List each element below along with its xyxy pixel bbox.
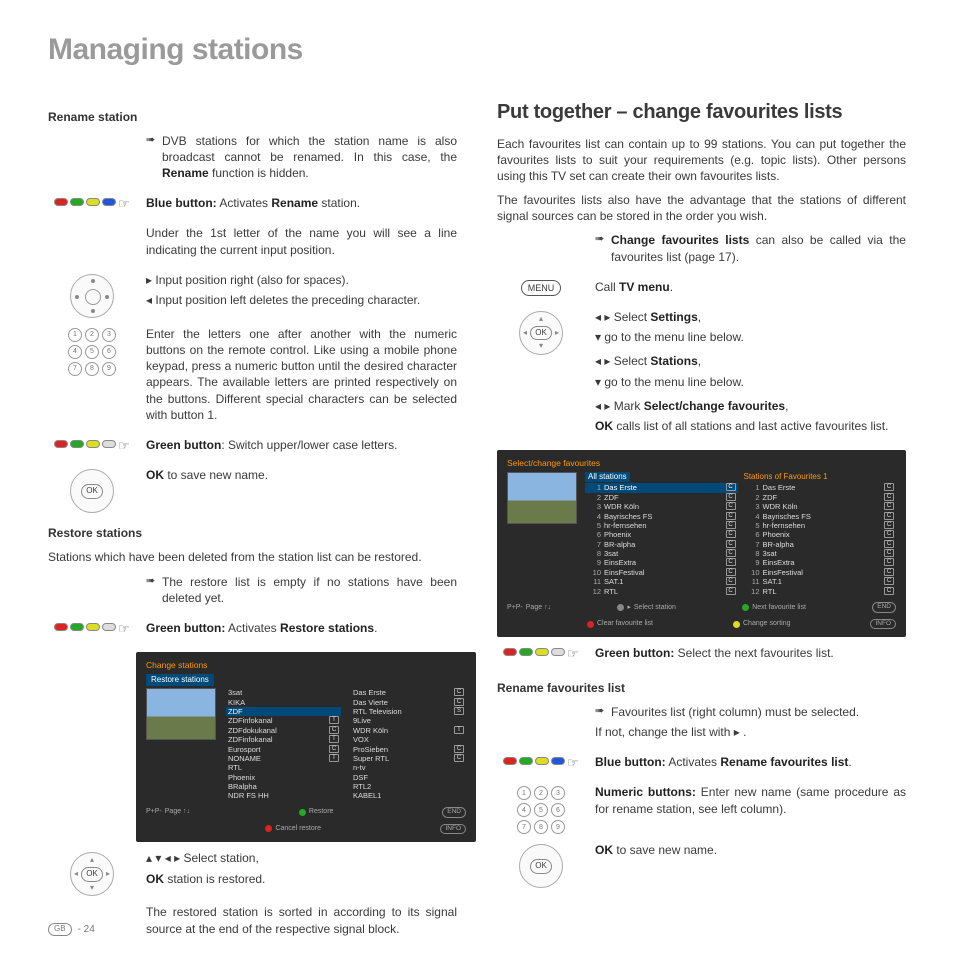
restore-sorted-text: The restored station is sorted in accord… bbox=[146, 904, 457, 936]
ok-pad-icon: ▴▾▸◂ OK bbox=[70, 852, 114, 896]
ok-pad-icon: OK bbox=[519, 844, 563, 888]
hand-icon: ☞ bbox=[567, 646, 579, 661]
page-footer: GB - 24 bbox=[48, 923, 95, 937]
fav-intro1: Each favourites list can contain up to 9… bbox=[497, 136, 906, 185]
left-column: Rename station DVB stations for which th… bbox=[48, 99, 457, 951]
green-restore-text: Green button: Activates Restore stations… bbox=[146, 620, 457, 636]
hand-icon: ☞ bbox=[567, 755, 579, 770]
select-settings: ◂ ▸ Select Settings, bbox=[595, 309, 906, 325]
tv-preview-image bbox=[146, 688, 216, 740]
color-buttons-icon bbox=[54, 198, 116, 206]
goto-line2: ▾ go to the menu line below. bbox=[595, 374, 906, 390]
color-buttons-icon bbox=[503, 757, 565, 765]
tv-screenshot-favourites: Select/change favourites All stations 1D… bbox=[497, 450, 906, 637]
ok-pad-icon: OK bbox=[70, 469, 114, 513]
call-tv-menu: Call TV menu. bbox=[595, 279, 906, 295]
select-station-text: ▴ ▾ ◂ ▸ Select station, bbox=[146, 850, 457, 866]
tv-screenshot-restore: Change stations Restore stations 3satKIK… bbox=[136, 652, 476, 842]
favourites-heading: Put together – change favourites lists bbox=[497, 99, 906, 126]
color-buttons-icon bbox=[54, 623, 116, 631]
color-buttons-icon bbox=[503, 648, 565, 656]
fav-note1: Favourites list (right column) must be s… bbox=[611, 704, 906, 720]
rename-station-heading: Rename station bbox=[48, 109, 457, 125]
hand-icon: ☞ bbox=[118, 621, 130, 636]
ok-save-fav: OK to save new name. bbox=[595, 842, 906, 858]
dvb-note: DVB stations for which the station name … bbox=[162, 133, 457, 182]
fav-note2: If not, change the list with ▸ . bbox=[595, 724, 906, 740]
tv-preview-image bbox=[507, 472, 577, 524]
enter-letters-text: Enter the letters one after another with… bbox=[146, 326, 457, 423]
color-buttons-icon bbox=[54, 440, 116, 448]
blue-fav-text: Blue button: Activates Rename favourites… bbox=[595, 754, 906, 770]
ok-restored-text: OK station is restored. bbox=[146, 871, 457, 887]
ok-calls: OK calls list of all stations and last a… bbox=[595, 418, 906, 434]
green-next-text: Green button: Select the next favourites… bbox=[595, 645, 906, 661]
input-right-text: Input position right (also for spaces). bbox=[146, 272, 457, 288]
mark-select-change: ◂ ▸ Mark Select/change favourites, bbox=[595, 398, 906, 414]
keypad-icon: 123456789 bbox=[517, 786, 565, 834]
input-left-text: Input position left deletes the precedin… bbox=[146, 292, 457, 308]
green-case-text: Green button: Switch upper/lower case le… bbox=[146, 437, 457, 453]
menu-button-icon: MENU bbox=[521, 280, 562, 296]
two-column-layout: Rename station DVB stations for which th… bbox=[48, 99, 906, 951]
restore-intro: Stations which have been deleted from th… bbox=[48, 549, 457, 565]
right-column: Put together – change favourites lists E… bbox=[497, 99, 906, 951]
fav-intro2: The favourites lists also have the advan… bbox=[497, 192, 906, 224]
rename-fav-heading: Rename favourites list bbox=[497, 680, 906, 696]
page-title: Managing stations bbox=[48, 30, 906, 71]
input-position-text: Under the 1st letter of the name you wil… bbox=[146, 225, 457, 257]
ok-save-text: OK to save new name. bbox=[146, 467, 457, 483]
blue-button-rename-text: Blue button: Activates Rename station. bbox=[146, 195, 457, 211]
hand-icon: ☞ bbox=[118, 196, 130, 211]
ok-pad-icon: ▴▾▸◂ OK bbox=[519, 311, 563, 355]
hand-icon: ☞ bbox=[118, 438, 130, 453]
restore-empty-note: The restore list is empty if no stations… bbox=[162, 574, 457, 606]
restore-stations-heading: Restore stations bbox=[48, 525, 457, 541]
keypad-icon: 123456789 bbox=[68, 328, 116, 376]
change-fav-note: Change favourites lists can also be call… bbox=[611, 232, 906, 264]
select-stations: ◂ ▸ Select Stations, bbox=[595, 353, 906, 369]
goto-line1: ▾ go to the menu line below. bbox=[595, 329, 906, 345]
numeric-text: Numeric buttons: Enter new name (same pr… bbox=[595, 784, 906, 816]
dpad-icon bbox=[70, 274, 114, 318]
